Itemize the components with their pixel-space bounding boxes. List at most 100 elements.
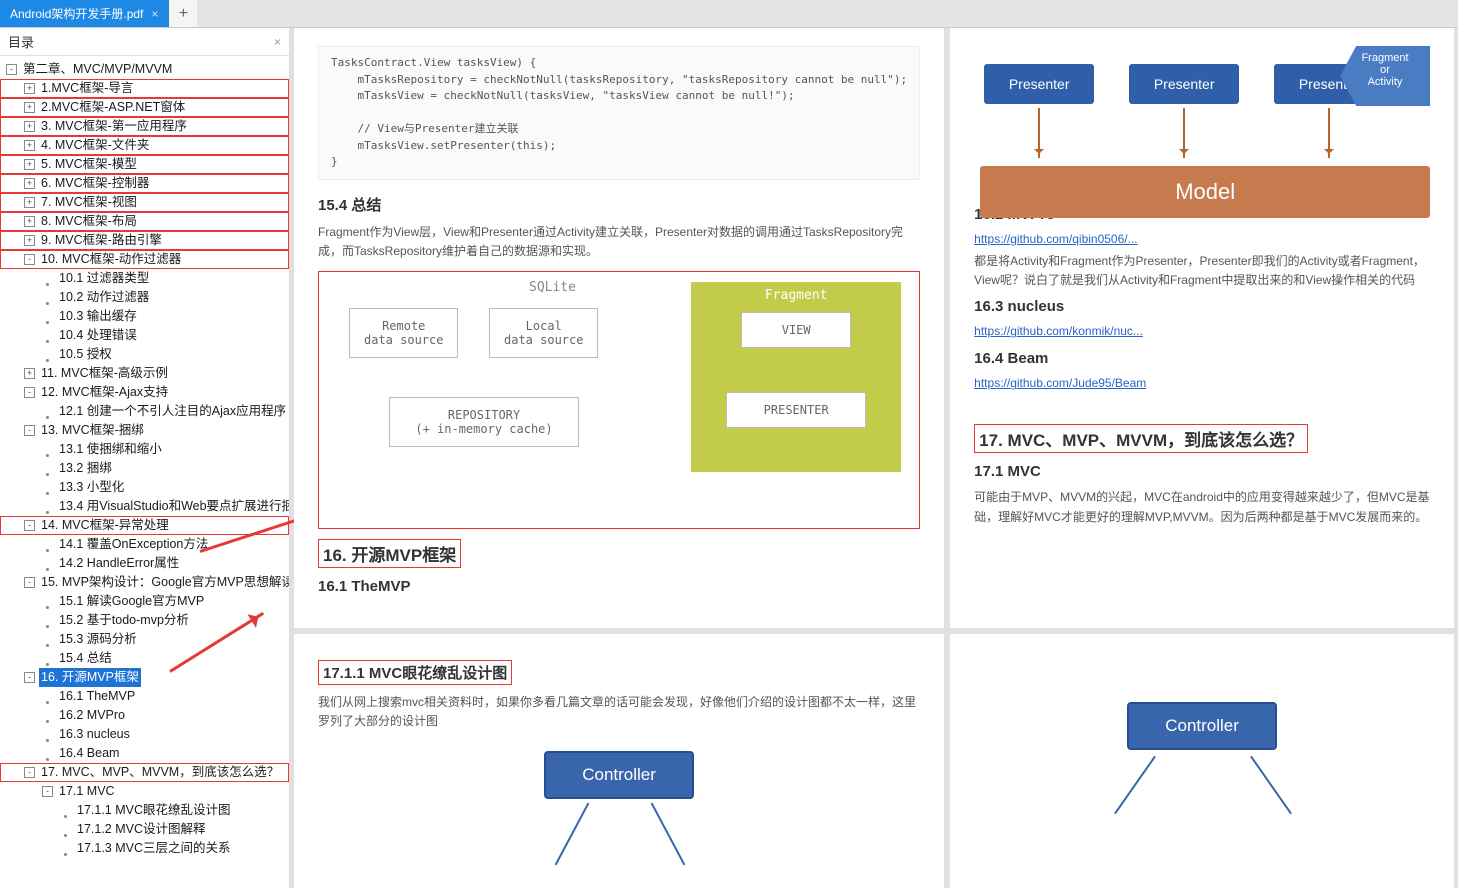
outline-item[interactable]: -16. 开源MVP框架 [0, 668, 289, 687]
outline-item[interactable]: 14.2 HandleError属性 [0, 554, 289, 573]
outline-item[interactable]: 15.2 基于todo-mvp分析 [0, 611, 289, 630]
outline-item[interactable]: -17. MVC、MVP、MVVM，到底该怎么选？ [0, 763, 289, 782]
expand-icon[interactable]: + [24, 159, 35, 170]
heading-16-4: 16.4 Beam [974, 350, 1430, 367]
file-tab[interactable]: Android架构开发手册.pdf × [0, 0, 169, 27]
box-view: VIEW [741, 312, 851, 348]
sidebar-title-text: 目录 [8, 32, 34, 51]
outline-label: 10.1 过滤器类型 [57, 269, 151, 288]
outline-item[interactable]: +6. MVC框架-控制器 [0, 174, 289, 193]
outline-item[interactable]: +9. MVC框架-路由引擎 [0, 231, 289, 250]
outline-item[interactable]: 16.4 Beam [0, 744, 289, 763]
outline-label: 8. MVC框架-布局 [39, 212, 139, 231]
outline-label: 15.1 解读Google官方MVP [57, 592, 206, 611]
outline-item[interactable]: 16.1 TheMVP [0, 687, 289, 706]
heading-16-1: 16.1 TheMVP [318, 578, 920, 595]
diagram-lines [318, 799, 920, 859]
outline-item[interactable]: -17.1 MVC [0, 782, 289, 801]
collapse-icon[interactable]: - [42, 786, 53, 797]
close-icon[interactable]: × [151, 7, 158, 21]
collapse-icon[interactable]: - [24, 672, 35, 683]
outline-label: 12. MVC框架-Ajax支持 [39, 383, 170, 402]
controller-box: Controller [1127, 702, 1277, 750]
outline-item[interactable]: 17.1.2 MVC设计图解释 [0, 820, 289, 839]
tab-label: Android架构开发手册.pdf [10, 5, 143, 22]
outline-item[interactable]: 13.1 使捆绑和缩小 [0, 440, 289, 459]
new-tab-button[interactable]: + [169, 0, 197, 27]
outline-tree[interactable]: -第二章、MVC/MVP/MVVM+1.MVC框架-导言+2.MVC框架-ASP… [0, 56, 289, 888]
expand-icon[interactable]: + [24, 178, 35, 189]
outline-item[interactable]: 10.4 处理错误 [0, 326, 289, 345]
collapse-icon[interactable]: - [24, 577, 35, 588]
expand-icon[interactable]: + [24, 368, 35, 379]
outline-label: 17.1.3 MVC三层之间的关系 [75, 839, 233, 858]
outline-label: 2.MVC框架-ASP.NET窗体 [39, 98, 187, 117]
collapse-icon[interactable]: - [24, 254, 35, 265]
model-box: Model [980, 166, 1430, 218]
outline-item[interactable]: -10. MVC框架-动作过滤器 [0, 250, 289, 269]
outline-item[interactable]: +11. MVC框架-高级示例 [0, 364, 289, 383]
expand-icon[interactable]: + [24, 197, 35, 208]
collapse-icon[interactable]: - [24, 767, 35, 778]
outline-item[interactable]: 10.2 动作过滤器 [0, 288, 289, 307]
outline-item[interactable]: 12.1 创建一个不引人注目的Ajax应用程序 [0, 402, 289, 421]
controller-box: Controller [544, 751, 694, 799]
outline-label: 3. MVC框架-第一应用程序 [39, 117, 189, 136]
outline-label: 10.4 处理错误 [57, 326, 139, 345]
expand-icon[interactable]: + [24, 140, 35, 151]
outline-item[interactable]: 13.4 用VisualStudio和Web要点扩展进行捆 [0, 497, 289, 516]
outline-item[interactable]: 16.3 nucleus [0, 725, 289, 744]
outline-item[interactable]: -14. MVC框架-异常处理 [0, 516, 289, 535]
outline-label: 7. MVC框架-视图 [39, 193, 139, 212]
close-icon[interactable]: × [274, 35, 281, 49]
outline-label: 5. MVC框架-模型 [39, 155, 139, 174]
outline-item[interactable]: 17.1.3 MVC三层之间的关系 [0, 839, 289, 858]
outline-item[interactable]: -13. MVC框架-捆绑 [0, 421, 289, 440]
outline-label: 16.4 Beam [57, 744, 121, 763]
outline-item[interactable]: -15. MVP架构设计：Google官方MVP思想解读 [0, 573, 289, 592]
document-viewport[interactable]: TasksContract.View tasksView) { mTasksRe… [290, 28, 1458, 888]
outline-item[interactable]: +5. MVC框架-模型 [0, 155, 289, 174]
outline-label: 15.3 源码分析 [57, 630, 139, 649]
outline-label: 13.1 使捆绑和缩小 [57, 440, 164, 459]
expand-icon[interactable]: + [24, 216, 35, 227]
expand-icon[interactable]: + [24, 235, 35, 246]
link-beam[interactable]: https://github.com/Jude95/Beam [974, 376, 1146, 390]
expand-icon[interactable]: + [24, 102, 35, 113]
outline-item[interactable]: +4. MVC框架-文件夹 [0, 136, 289, 155]
heading-17-1: 17.1 MVC [974, 463, 1430, 480]
collapse-icon[interactable]: - [24, 387, 35, 398]
collapse-icon[interactable]: - [24, 520, 35, 531]
outline-item[interactable]: +3. MVC框架-第一应用程序 [0, 117, 289, 136]
outline-item[interactable]: +7. MVC框架-视图 [0, 193, 289, 212]
heading-16-text: 16. 开源MVP框架 [318, 539, 461, 568]
collapse-icon[interactable]: - [24, 425, 35, 436]
outline-label: 15. MVP架构设计：Google官方MVP思想解读 [39, 573, 289, 592]
outline-item[interactable]: 15.4 总结 [0, 649, 289, 668]
outline-item[interactable]: -第二章、MVC/MVP/MVVM [0, 60, 289, 79]
outline-item[interactable]: 15.1 解读Google官方MVP [0, 592, 289, 611]
collapse-icon[interactable]: - [6, 64, 17, 75]
outline-item[interactable]: 16.2 MVPro [0, 706, 289, 725]
outline-item[interactable]: +1.MVC框架-导言 [0, 79, 289, 98]
outline-item[interactable]: 13.2 捆绑 [0, 459, 289, 478]
heading-16: 16. 开源MVP框架 [318, 539, 920, 568]
paragraph: Fragment作为View层，View和Presenter通过Activity… [318, 223, 920, 261]
outline-item[interactable]: +8. MVC框架-布局 [0, 212, 289, 231]
outline-item[interactable]: 10.3 输出缓存 [0, 307, 289, 326]
expand-icon[interactable]: + [24, 121, 35, 132]
outline-label: 10.5 授权 [57, 345, 114, 364]
link-mvpro[interactable]: https://github.com/qibin0506/... [974, 232, 1137, 246]
outline-item[interactable]: 10.5 授权 [0, 345, 289, 364]
expand-icon[interactable]: + [24, 83, 35, 94]
outline-label: 11. MVC框架-高级示例 [39, 364, 170, 383]
outline-item[interactable]: 13.3 小型化 [0, 478, 289, 497]
outline-item[interactable]: 10.1 过滤器类型 [0, 269, 289, 288]
outline-item[interactable]: 17.1.1 MVC眼花缭乱设计图 [0, 801, 289, 820]
heading-17: 17. MVC、MVP、MVVM，到底该怎么选？ [974, 424, 1430, 453]
link-nucleus[interactable]: https://github.com/konmik/nuc... [974, 324, 1143, 338]
outline-item[interactable]: 15.3 源码分析 [0, 630, 289, 649]
outline-item[interactable]: +2.MVC框架-ASP.NET窗体 [0, 98, 289, 117]
outline-item[interactable]: -12. MVC框架-Ajax支持 [0, 383, 289, 402]
heading-17-1-1: 17.1.1 MVC眼花缭乱设计图 [318, 660, 920, 685]
